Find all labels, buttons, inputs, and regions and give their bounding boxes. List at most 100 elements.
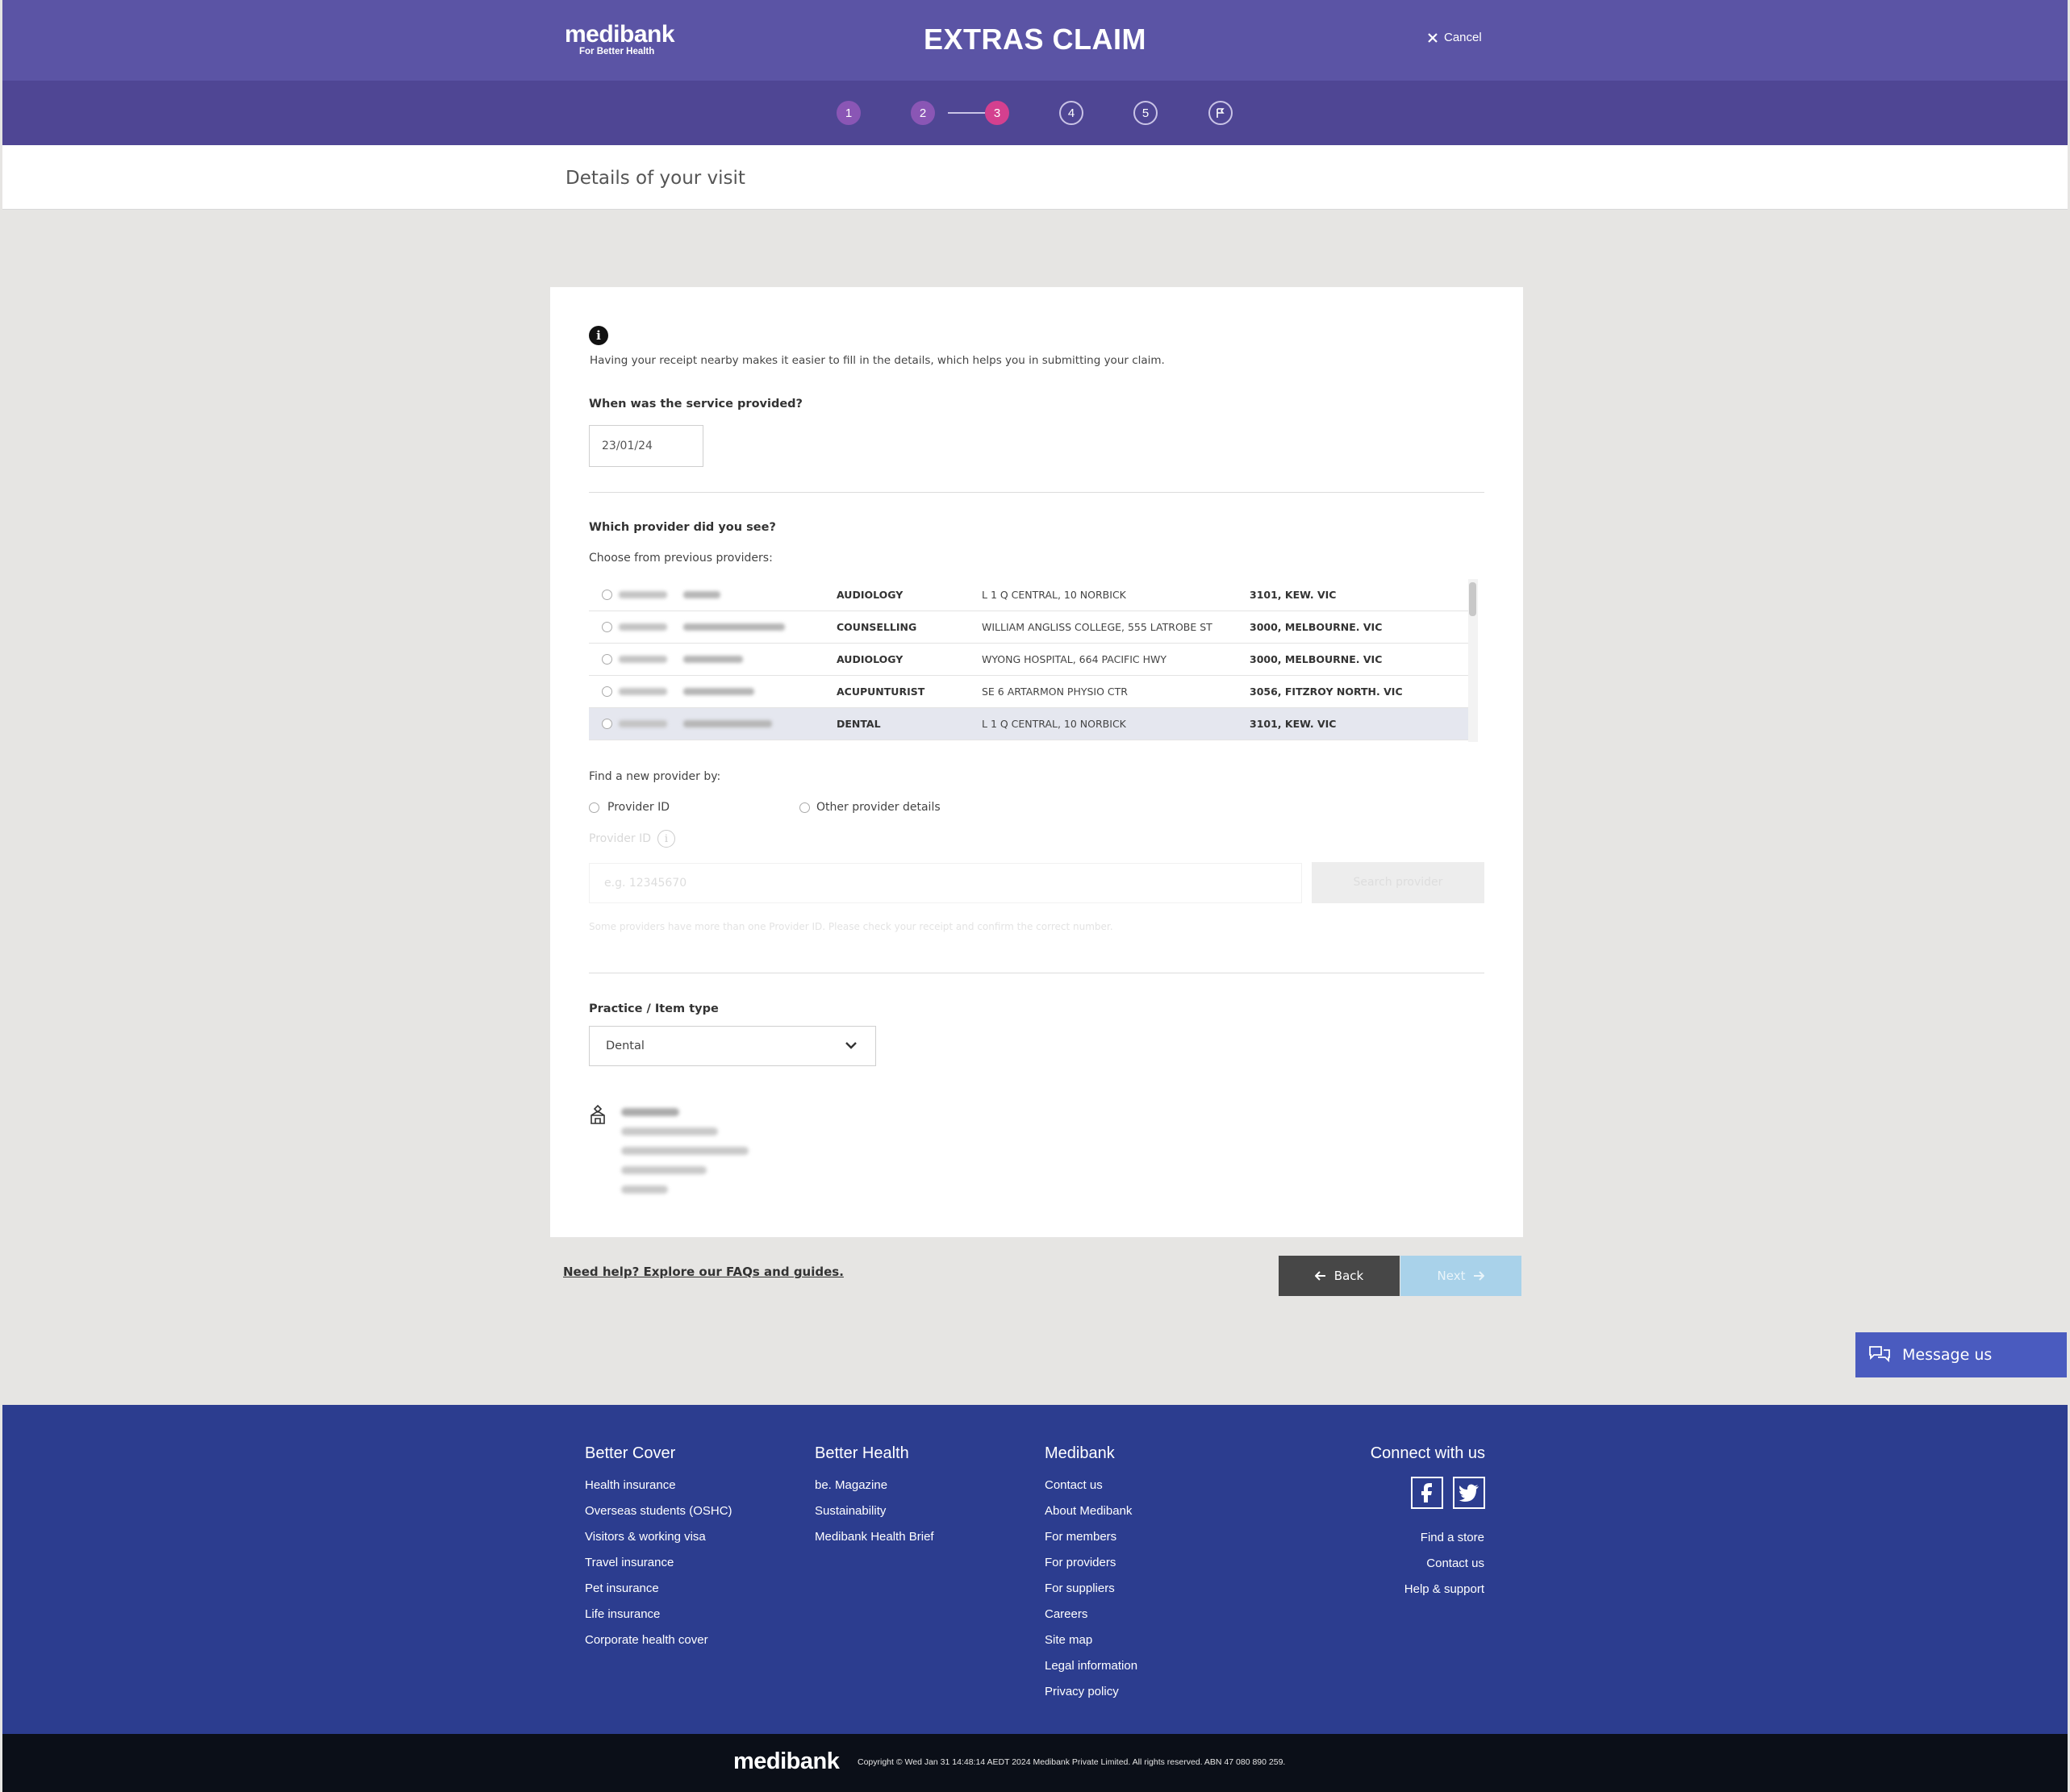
cancel-label: Cancel <box>1444 31 1482 44</box>
provider-address: L 1 Q CENTRAL, 10 NORBICK <box>982 589 1126 601</box>
footer-link[interactable]: About Medibank <box>1045 1504 1132 1518</box>
provider-id-label: Provider ID <box>589 832 651 845</box>
step-connector <box>948 112 985 114</box>
footer-heading-medibank: Medibank <box>1045 1444 1115 1462</box>
footer <box>2 1405 2068 1734</box>
footer-link[interactable]: be. Magazine <box>815 1478 887 1492</box>
footer-link[interactable]: Life insurance <box>585 1607 660 1621</box>
footer-link[interactable]: For members <box>1045 1530 1116 1544</box>
footer-link[interactable]: Travel insurance <box>585 1556 674 1569</box>
find-provider-label: Find a new provider by: <box>589 770 721 783</box>
footer-link[interactable]: Contact us <box>1291 1557 1484 1570</box>
message-us-label: Message us <box>1902 1346 1993 1364</box>
redacted-provider-id <box>619 720 667 727</box>
footer-link[interactable]: Overseas students (OSHC) <box>585 1504 732 1518</box>
footer-link[interactable]: Sustainability <box>815 1504 886 1518</box>
footer-link[interactable]: Help & support <box>1291 1582 1484 1596</box>
provider-radio[interactable] <box>602 590 612 600</box>
other-details-option[interactable]: Other provider details <box>799 801 941 814</box>
provider-building-icon <box>591 1104 605 1124</box>
footer-link[interactable]: Health insurance <box>585 1478 676 1492</box>
practice-type-value: Dental <box>606 1040 645 1052</box>
service-date-input[interactable]: 23/01/24 <box>589 425 703 467</box>
practice-type-select[interactable]: Dental <box>589 1026 876 1066</box>
medibank-logo[interactable]: medibank For Better Health <box>565 21 675 56</box>
footer-heading-better-cover: Better Cover <box>585 1444 676 1462</box>
chat-bubbles-icon <box>1869 1346 1890 1363</box>
provider-address: L 1 Q CENTRAL, 10 NORBICK <box>982 718 1126 730</box>
message-us-button[interactable]: Message us <box>1855 1332 2067 1377</box>
search-provider-button[interactable]: Search provider <box>1312 862 1484 903</box>
provider-radio[interactable] <box>602 686 612 697</box>
footer-link[interactable]: Medibank Health Brief <box>815 1530 934 1544</box>
footer-link[interactable]: Careers <box>1045 1607 1087 1621</box>
provider-city: 3101, KEW. VIC <box>1250 589 1337 601</box>
provider-id-input[interactable]: e.g. 12345670 <box>589 863 1302 903</box>
footer-medibank-logo[interactable]: medibank <box>733 1748 840 1775</box>
redacted-line <box>621 1108 679 1116</box>
footer-link[interactable]: Privacy policy <box>1045 1685 1119 1698</box>
divider <box>589 492 1484 493</box>
redacted-provider-name <box>683 656 743 663</box>
back-button[interactable]: Back <box>1279 1256 1400 1296</box>
arrow-right-icon <box>1474 1271 1485 1281</box>
provider-address: WYONG HOSPITAL, 664 PACIFIC HWY <box>982 653 1166 665</box>
arrow-left-icon <box>1314 1271 1325 1281</box>
provider-id-option[interactable]: Provider ID <box>589 801 670 814</box>
provider-row[interactable]: COUNSELLING WILLIAM ANGLISS COLLEGE, 555… <box>589 611 1468 644</box>
footer-link[interactable]: Contact us <box>1045 1478 1103 1492</box>
redacted-provider-name <box>683 623 785 631</box>
redacted-provider-name <box>683 591 720 598</box>
copyright-text: Copyright © Wed Jan 31 14:48:14 AEDT 202… <box>858 1757 1286 1767</box>
page-title: EXTRAS CLAIM <box>924 23 1146 56</box>
redacted-line <box>621 1166 707 1174</box>
redacted-provider-name <box>683 720 772 727</box>
provider-radio[interactable] <box>602 654 612 665</box>
help-faq-link[interactable]: Need help? Explore our FAQs and guides. <box>563 1265 844 1279</box>
radio-button[interactable] <box>799 802 810 813</box>
footer-link[interactable]: Corporate health cover <box>585 1633 708 1647</box>
scrollbar-thumb[interactable] <box>1469 582 1476 616</box>
back-label: Back <box>1333 1269 1364 1283</box>
footer-link[interactable]: Pet insurance <box>585 1582 659 1595</box>
footer-link[interactable]: Visitors & working visa <box>585 1530 706 1544</box>
previous-providers-list: AUDIOLOGY L 1 Q CENTRAL, 10 NORBICK 3101… <box>589 579 1479 742</box>
next-button[interactable]: Next <box>1400 1256 1521 1296</box>
provider-row-selected[interactable]: DENTAL L 1 Q CENTRAL, 10 NORBICK 3101, K… <box>589 708 1468 740</box>
other-details-option-label: Other provider details <box>816 801 941 814</box>
twitter-icon[interactable] <box>1453 1477 1485 1509</box>
redacted-provider-id <box>619 591 667 598</box>
step-5: 5 <box>1133 101 1158 125</box>
facebook-icon[interactable] <box>1411 1477 1443 1509</box>
footer-link[interactable]: For suppliers <box>1045 1582 1115 1595</box>
provider-question: Which provider did you see? <box>589 521 776 534</box>
radio-button[interactable] <box>589 802 599 813</box>
provider-city: 3056, FITZROY NORTH. VIC <box>1250 686 1403 698</box>
practice-type-label: Practice / Item type <box>589 1002 719 1015</box>
provider-row[interactable]: ACUPUNTURIST SE 6 ARTARMON PHYSIO CTR 30… <box>589 676 1468 708</box>
provider-radio[interactable] <box>602 719 612 729</box>
flag-icon <box>1217 108 1225 118</box>
provider-city: 3000, MELBOURNE. VIC <box>1250 621 1383 633</box>
footer-link[interactable]: Site map <box>1045 1633 1092 1647</box>
provider-type: DENTAL <box>837 718 881 730</box>
next-label: Next <box>1437 1269 1466 1283</box>
footer-heading-connect: Connect with us <box>1370 1444 1485 1462</box>
provider-radio[interactable] <box>602 622 612 632</box>
footer-link[interactable]: Find a store <box>1291 1531 1484 1544</box>
cancel-button[interactable]: Cancel <box>1428 31 1482 44</box>
footer-link[interactable]: For providers <box>1045 1556 1116 1569</box>
provider-row[interactable]: AUDIOLOGY WYONG HOSPITAL, 664 PACIFIC HW… <box>589 644 1468 676</box>
step-2[interactable]: 2 <box>911 101 935 125</box>
redacted-provider-id <box>619 623 667 631</box>
provider-row[interactable]: AUDIOLOGY L 1 Q CENTRAL, 10 NORBICK 3101… <box>589 579 1468 611</box>
provider-address: SE 6 ARTARMON PHYSIO CTR <box>982 686 1128 698</box>
facebook-glyph <box>1421 1483 1432 1502</box>
chevron-down-icon <box>845 1042 857 1049</box>
redacted-line <box>621 1147 749 1155</box>
footer-link[interactable]: Legal information <box>1045 1659 1137 1673</box>
step-1[interactable]: 1 <box>837 101 861 125</box>
provider-type: ACUPUNTURIST <box>837 686 925 698</box>
info-icon[interactable]: i <box>657 830 675 848</box>
receipt-info-text: Having your receipt nearby makes it easi… <box>590 354 1165 367</box>
